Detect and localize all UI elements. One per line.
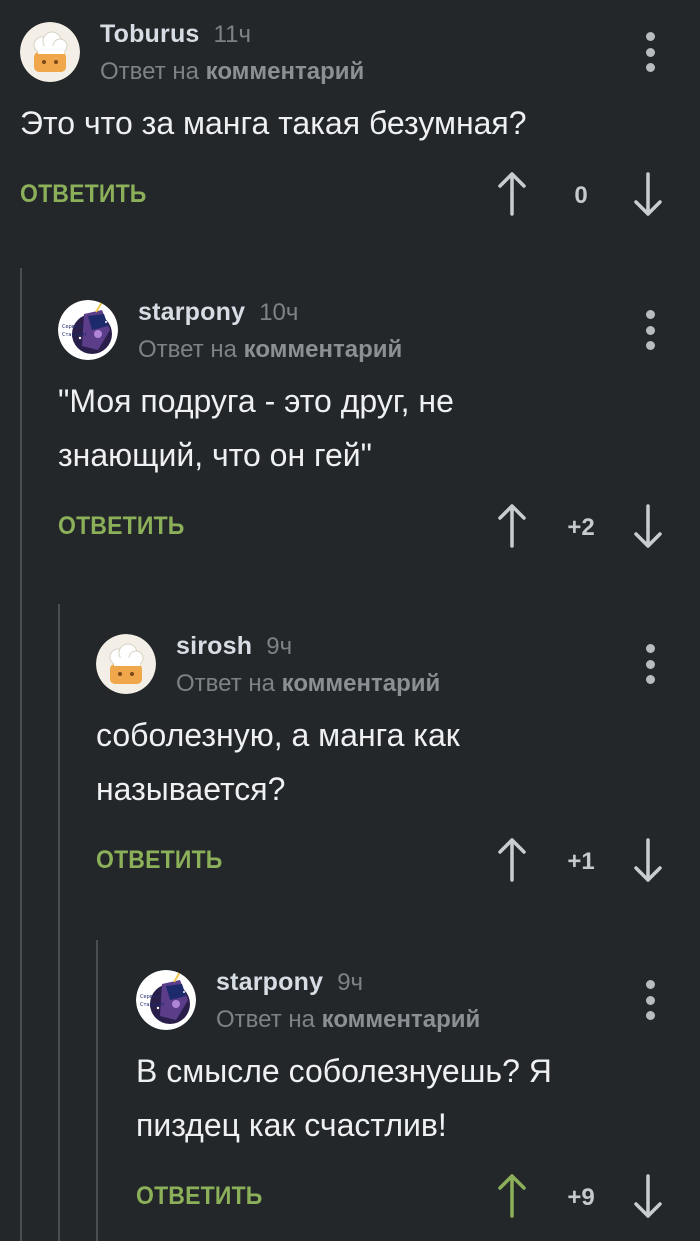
comment-score: 0 <box>574 182 588 209</box>
svg-text:Сервант: Сервант <box>62 324 84 330</box>
comment: Сервант Старлайт starpony 10ч Ответ на к… <box>58 296 700 562</box>
more-options-icon[interactable] <box>640 644 660 684</box>
pony-avatar-icon[interactable]: Сервант Старлайт <box>58 300 118 360</box>
comment-text-line: знающий, что он гей" <box>58 437 373 473</box>
reply-to-line: Ответ на комментарий <box>216 1006 480 1034</box>
more-options-icon[interactable] <box>640 32 660 72</box>
comment-actions: ОТВЕТИТЬ +1 <box>96 836 700 896</box>
chef-hat-avatar-icon[interactable] <box>96 634 156 694</box>
comment-actions: ОТВЕТИТЬ +9 <box>136 1172 700 1232</box>
comment: sirosh 9ч Ответ на комментарий соболезну… <box>96 630 700 896</box>
comment-time: 10ч <box>259 299 299 326</box>
comment-text: соболезную, а манга как называется? <box>96 708 700 816</box>
comment-text: "Моя подруга - это друг, не знающий, что… <box>58 374 700 482</box>
more-options-icon[interactable] <box>640 980 660 1020</box>
downvote-arrow-icon[interactable] <box>628 836 668 884</box>
author-name[interactable]: starpony <box>138 298 245 327</box>
pony-avatar-icon[interactable]: Сервант Старлайт <box>136 970 196 1030</box>
author-name[interactable]: starpony <box>216 968 323 997</box>
comments-page: Toburus 11ч Ответ на комментарий Это что… <box>0 0 700 1241</box>
reply-to-prefix: Ответ на <box>176 670 275 697</box>
comment-score: +2 <box>567 514 595 541</box>
comment-time: 9ч <box>266 633 293 660</box>
comment-score: +9 <box>567 1184 595 1211</box>
comment-header: Сервант Старлайт starpony 9ч Ответ на ко… <box>136 966 700 1036</box>
upvote-arrow-icon[interactable] <box>492 1172 532 1220</box>
reply-to-link[interactable]: комментарий <box>244 336 403 363</box>
comment-time: 11ч <box>213 21 251 48</box>
comment: Сервант Старлайт starpony 9ч Ответ на ко… <box>136 966 700 1232</box>
thread-line-level-1 <box>20 268 22 1241</box>
comment-actions: ОТВЕТИТЬ 0 <box>20 170 700 230</box>
reply-to-link[interactable]: комментарий <box>322 1006 481 1033</box>
downvote-arrow-icon[interactable] <box>628 502 668 550</box>
comment-text: В смысле соболезнуешь? Я пиздец как счас… <box>136 1044 700 1152</box>
reply-button[interactable]: ОТВЕТИТЬ <box>20 180 147 209</box>
author-line: sirosh 9ч <box>176 632 292 661</box>
comment-text-line: В смысле соболезнуешь? Я <box>136 1053 552 1089</box>
reply-to-prefix: Ответ на <box>138 336 237 363</box>
svg-text:Сервант: Сервант <box>140 994 162 1000</box>
author-name[interactable]: Toburus <box>100 20 200 49</box>
author-line: starpony 9ч <box>216 968 363 997</box>
reply-button[interactable]: ОТВЕТИТЬ <box>136 1182 263 1211</box>
reply-to-link[interactable]: комментарий <box>206 58 365 85</box>
more-options-icon[interactable] <box>640 310 660 350</box>
thread-line-level-2 <box>58 604 60 1241</box>
comment-actions: ОТВЕТИТЬ +2 <box>58 502 700 562</box>
comment-text-line: Это что за манга такая безумная? <box>20 105 527 141</box>
downvote-arrow-icon[interactable] <box>628 170 668 218</box>
upvote-arrow-icon[interactable] <box>492 170 532 218</box>
comment-text-line: пиздец как счастлив! <box>136 1107 447 1143</box>
comment-header: Сервант Старлайт starpony 10ч Ответ на к… <box>58 296 700 366</box>
comment-time: 9ч <box>337 969 364 996</box>
reply-to-line: Ответ на комментарий <box>176 670 440 698</box>
reply-button[interactable]: ОТВЕТИТЬ <box>96 846 223 875</box>
thread-line-level-3 <box>96 940 98 1241</box>
comment-text-line: называется? <box>96 771 286 807</box>
downvote-arrow-icon[interactable] <box>628 1172 668 1220</box>
svg-text:Старлайт: Старлайт <box>62 331 87 338</box>
author-line: starpony 10ч <box>138 298 298 327</box>
reply-to-link[interactable]: комментарий <box>282 670 441 697</box>
comment-text: Это что за манга такая безумная? <box>20 96 700 150</box>
author-line: Toburus 11ч <box>100 20 251 49</box>
comment-text-line: соболезную, а манга как <box>96 717 460 753</box>
comment: Toburus 11ч Ответ на комментарий Это что… <box>20 18 700 230</box>
comment-header: Toburus 11ч Ответ на комментарий <box>20 18 700 88</box>
reply-to-line: Ответ на комментарий <box>138 336 402 364</box>
chef-hat-avatar-icon[interactable] <box>20 22 80 82</box>
reply-to-prefix: Ответ на <box>216 1006 315 1033</box>
reply-to-line: Ответ на комментарий <box>100 58 364 86</box>
comment-header: sirosh 9ч Ответ на комментарий <box>96 630 700 700</box>
upvote-arrow-icon[interactable] <box>492 836 532 884</box>
reply-button[interactable]: ОТВЕТИТЬ <box>58 512 185 541</box>
reply-to-prefix: Ответ на <box>100 58 199 85</box>
svg-text:Старлайт: Старлайт <box>140 1001 165 1008</box>
comment-text-line: "Моя подруга - это друг, не <box>58 383 454 419</box>
upvote-arrow-icon[interactable] <box>492 502 532 550</box>
comment-score: +1 <box>567 848 595 875</box>
author-name[interactable]: sirosh <box>176 632 252 661</box>
